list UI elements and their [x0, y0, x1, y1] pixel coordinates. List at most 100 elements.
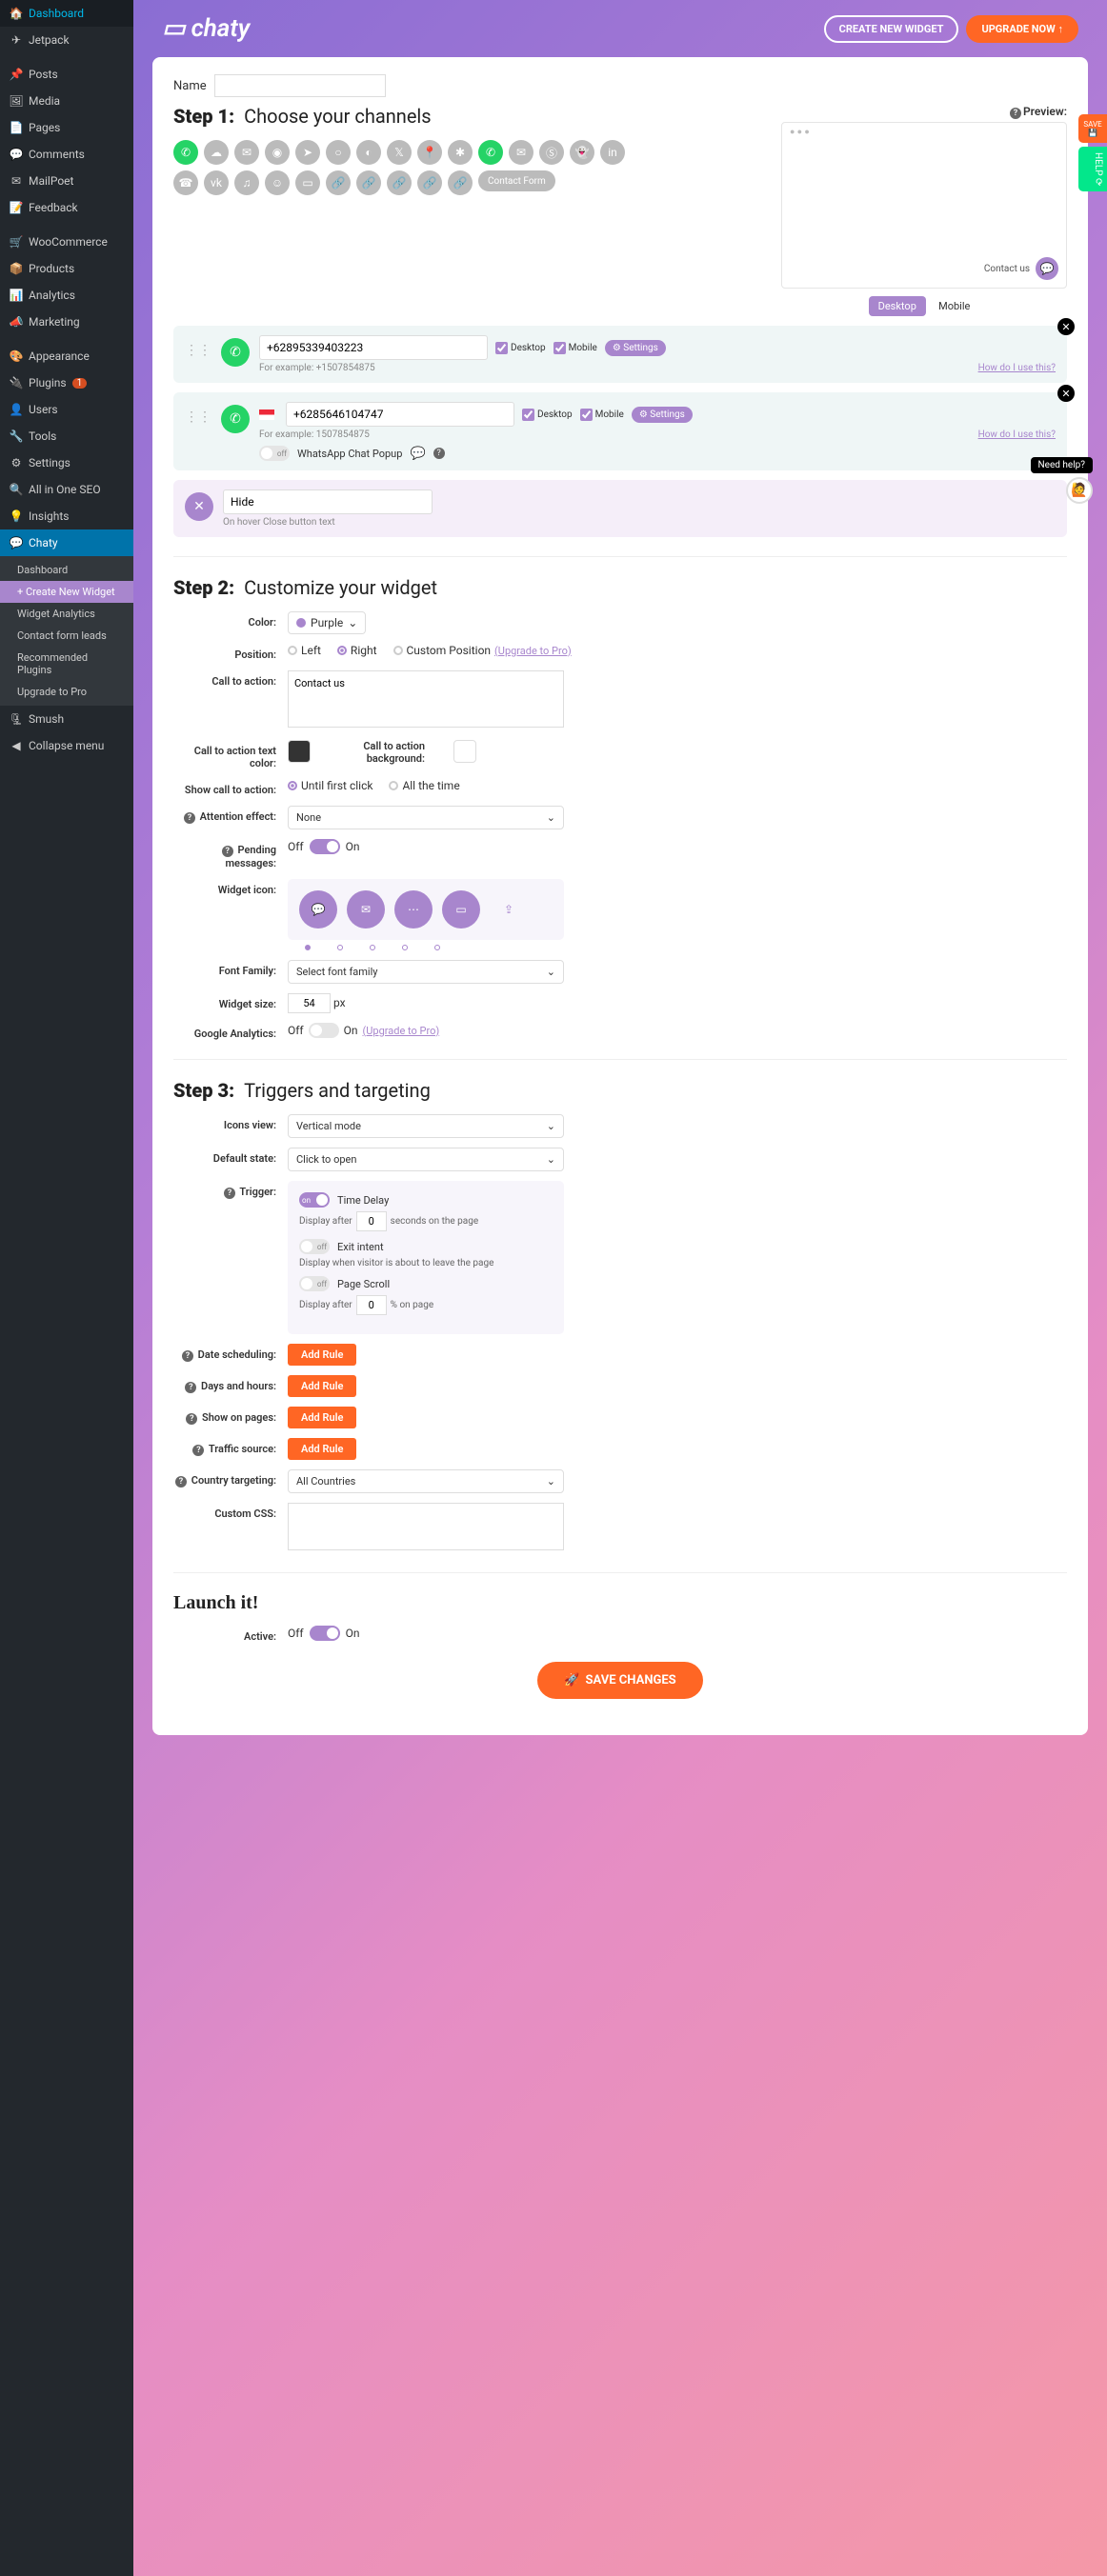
sidebar-item-plugins[interactable]: 🔌Plugins1: [0, 369, 133, 396]
size-input[interactable]: [288, 993, 331, 1013]
channel-link5[interactable]: 🔗: [448, 170, 473, 195]
mobile-checkbox[interactable]: Mobile: [580, 409, 624, 421]
channel-tiktok[interactable]: ♫: [234, 170, 259, 195]
hide-text-input[interactable]: [223, 489, 433, 514]
channel-messenger[interactable]: ☁: [204, 140, 229, 165]
channel-phone[interactable]: ✆: [478, 140, 503, 165]
preview-chat-button[interactable]: 💬: [1036, 257, 1058, 280]
sidebar-sub-contact-form-leads[interactable]: Contact form leads: [0, 625, 133, 647]
sidebar-item-media[interactable]: 🖼Media: [0, 88, 133, 114]
channel-link3[interactable]: 🔗: [387, 170, 412, 195]
cta-bg-swatch[interactable]: [453, 740, 476, 763]
sidebar-item-woocommerce[interactable]: 🛒WooCommerce: [0, 229, 133, 255]
channel-wechat[interactable]: ◐: [356, 140, 381, 165]
show-cta-all-time[interactable]: All the time: [389, 779, 459, 792]
side-help-tab[interactable]: HELP ⟳: [1078, 147, 1107, 191]
sidebar-item-posts[interactable]: 📌Posts: [0, 61, 133, 88]
sidebar-item-settings[interactable]: ⚙Settings: [0, 449, 133, 476]
widget-icon-4[interactable]: ▭: [442, 890, 480, 929]
channel-instagram[interactable]: ◉: [265, 140, 290, 165]
sidebar-item-mailpoet[interactable]: ✉MailPoet: [0, 168, 133, 194]
position-custom[interactable]: Custom Position (Upgrade to Pro): [393, 644, 572, 657]
color-select[interactable]: Purple ⌄: [288, 611, 366, 634]
days-add-rule-button[interactable]: Add Rule: [288, 1375, 356, 1397]
channel-line[interactable]: ○: [326, 140, 351, 165]
sidebar-item-tools[interactable]: 🔧Tools: [0, 423, 133, 449]
sidebar-item-jetpack[interactable]: ✈Jetpack: [0, 27, 133, 53]
font-select[interactable]: Select font family⌄: [288, 960, 564, 984]
sidebar-item-all-in-one-seo[interactable]: 🔍All in One SEO: [0, 476, 133, 503]
widget-icon-2[interactable]: ✉: [347, 890, 385, 929]
channel-sms[interactable]: ✉: [234, 140, 259, 165]
sidebar-item-chaty[interactable]: 💬Chaty: [0, 529, 133, 556]
channel-value-input[interactable]: [259, 335, 488, 360]
time-delay-input[interactable]: [356, 1211, 387, 1231]
custom-css-textarea[interactable]: [288, 1503, 564, 1550]
channel-link2[interactable]: 🔗: [356, 170, 381, 195]
desktop-checkbox[interactable]: Desktop: [522, 409, 573, 421]
mobile-checkbox[interactable]: Mobile: [554, 342, 597, 354]
channel-settings-button[interactable]: ⚙ Settings: [632, 407, 693, 423]
channel-slack[interactable]: ✱: [448, 140, 473, 165]
sidebar-item-analytics[interactable]: 📊Analytics: [0, 282, 133, 309]
date-add-rule-button[interactable]: Add Rule: [288, 1344, 356, 1366]
drag-handle[interactable]: ⋮⋮: [185, 402, 211, 425]
remove-channel-button[interactable]: ✕: [1057, 318, 1075, 335]
channel-snapchat[interactable]: 👻: [570, 140, 594, 165]
drag-handle[interactable]: ⋮⋮: [185, 335, 211, 358]
sidebar-sub--create-new-widget[interactable]: + Create New Widget: [0, 581, 133, 603]
widget-icon-3[interactable]: ⋯: [394, 890, 433, 929]
attention-select[interactable]: None⌄: [288, 806, 564, 829]
sidebar-sub-widget-analytics[interactable]: Widget Analytics: [0, 603, 133, 625]
channel-contact-form[interactable]: Contact Form: [478, 170, 555, 191]
widget-name-input[interactable]: [214, 74, 386, 97]
how-to-use-link[interactable]: How do I use this?: [978, 429, 1056, 440]
cta-text-color-swatch[interactable]: [288, 740, 311, 763]
default-state-select[interactable]: Click to open⌄: [288, 1148, 564, 1171]
sidebar-item-dashboard[interactable]: 🏠Dashboard: [0, 0, 133, 27]
channel-vk[interactable]: vk: [204, 170, 229, 195]
channel-linkedin[interactable]: in: [600, 140, 625, 165]
channel-custom1[interactable]: ▭: [295, 170, 320, 195]
create-widget-button[interactable]: CREATE NEW WIDGET: [824, 15, 959, 43]
channel-settings-button[interactable]: ⚙ Settings: [605, 340, 666, 356]
sidebar-item-products[interactable]: 📦Products: [0, 255, 133, 282]
ga-upgrade-link[interactable]: (Upgrade to Pro): [363, 1025, 440, 1037]
page-scroll-toggle[interactable]: off: [299, 1276, 330, 1291]
traffic-add-rule-button[interactable]: Add Rule: [288, 1438, 356, 1460]
remove-channel-button[interactable]: ✕: [1057, 385, 1075, 402]
sidebar-item-pages[interactable]: 📄Pages: [0, 114, 133, 141]
time-delay-toggle[interactable]: on: [299, 1192, 330, 1208]
position-right[interactable]: Right: [337, 644, 377, 657]
channel-value-input[interactable]: [286, 402, 514, 427]
position-left[interactable]: Left: [288, 644, 321, 657]
desktop-checkbox[interactable]: Desktop: [495, 342, 546, 354]
sidebar-item-smush[interactable]: 🗜Smush: [0, 706, 133, 732]
sidebar-item-users[interactable]: 👤Users: [0, 396, 133, 423]
sidebar-item-collapse-menu[interactable]: ◀Collapse menu: [0, 732, 133, 759]
sidebar-item-comments[interactable]: 💬Comments: [0, 141, 133, 168]
widget-icon-upload[interactable]: ⇪: [490, 890, 528, 929]
pages-add-rule-button[interactable]: Add Rule: [288, 1407, 356, 1428]
channel-waze[interactable]: ☺: [265, 170, 290, 195]
channel-telegram[interactable]: ➤: [295, 140, 320, 165]
upgrade-now-button[interactable]: UPGRADE NOW ↑: [966, 15, 1078, 43]
help-avatar[interactable]: 🙋: [1066, 477, 1093, 504]
channel-link4[interactable]: 🔗: [417, 170, 442, 195]
upgrade-link[interactable]: (Upgrade to Pro): [494, 645, 572, 657]
cta-textarea[interactable]: Contact us: [288, 670, 564, 728]
channel-skype[interactable]: Ⓢ: [539, 140, 564, 165]
active-toggle[interactable]: [310, 1626, 340, 1641]
sidebar-item-marketing[interactable]: 📣Marketing: [0, 309, 133, 335]
how-to-use-link[interactable]: How do I use this?: [978, 363, 1056, 373]
popup-toggle[interactable]: off: [259, 446, 290, 461]
channel-email[interactable]: ✉: [509, 140, 533, 165]
exit-intent-toggle[interactable]: off: [299, 1239, 330, 1254]
channel-viber[interactable]: ☎: [173, 170, 198, 195]
widget-icon-1[interactable]: 💬: [299, 890, 337, 929]
save-changes-button[interactable]: 🚀 SAVE CHANGES: [537, 1662, 702, 1699]
channel-map[interactable]: 📍: [417, 140, 442, 165]
channel-whatsapp[interactable]: ✆: [173, 140, 198, 165]
sidebar-sub-recommended-plugins[interactable]: Recommended Plugins: [0, 647, 133, 681]
country-select[interactable]: All Countries⌄: [288, 1469, 564, 1493]
